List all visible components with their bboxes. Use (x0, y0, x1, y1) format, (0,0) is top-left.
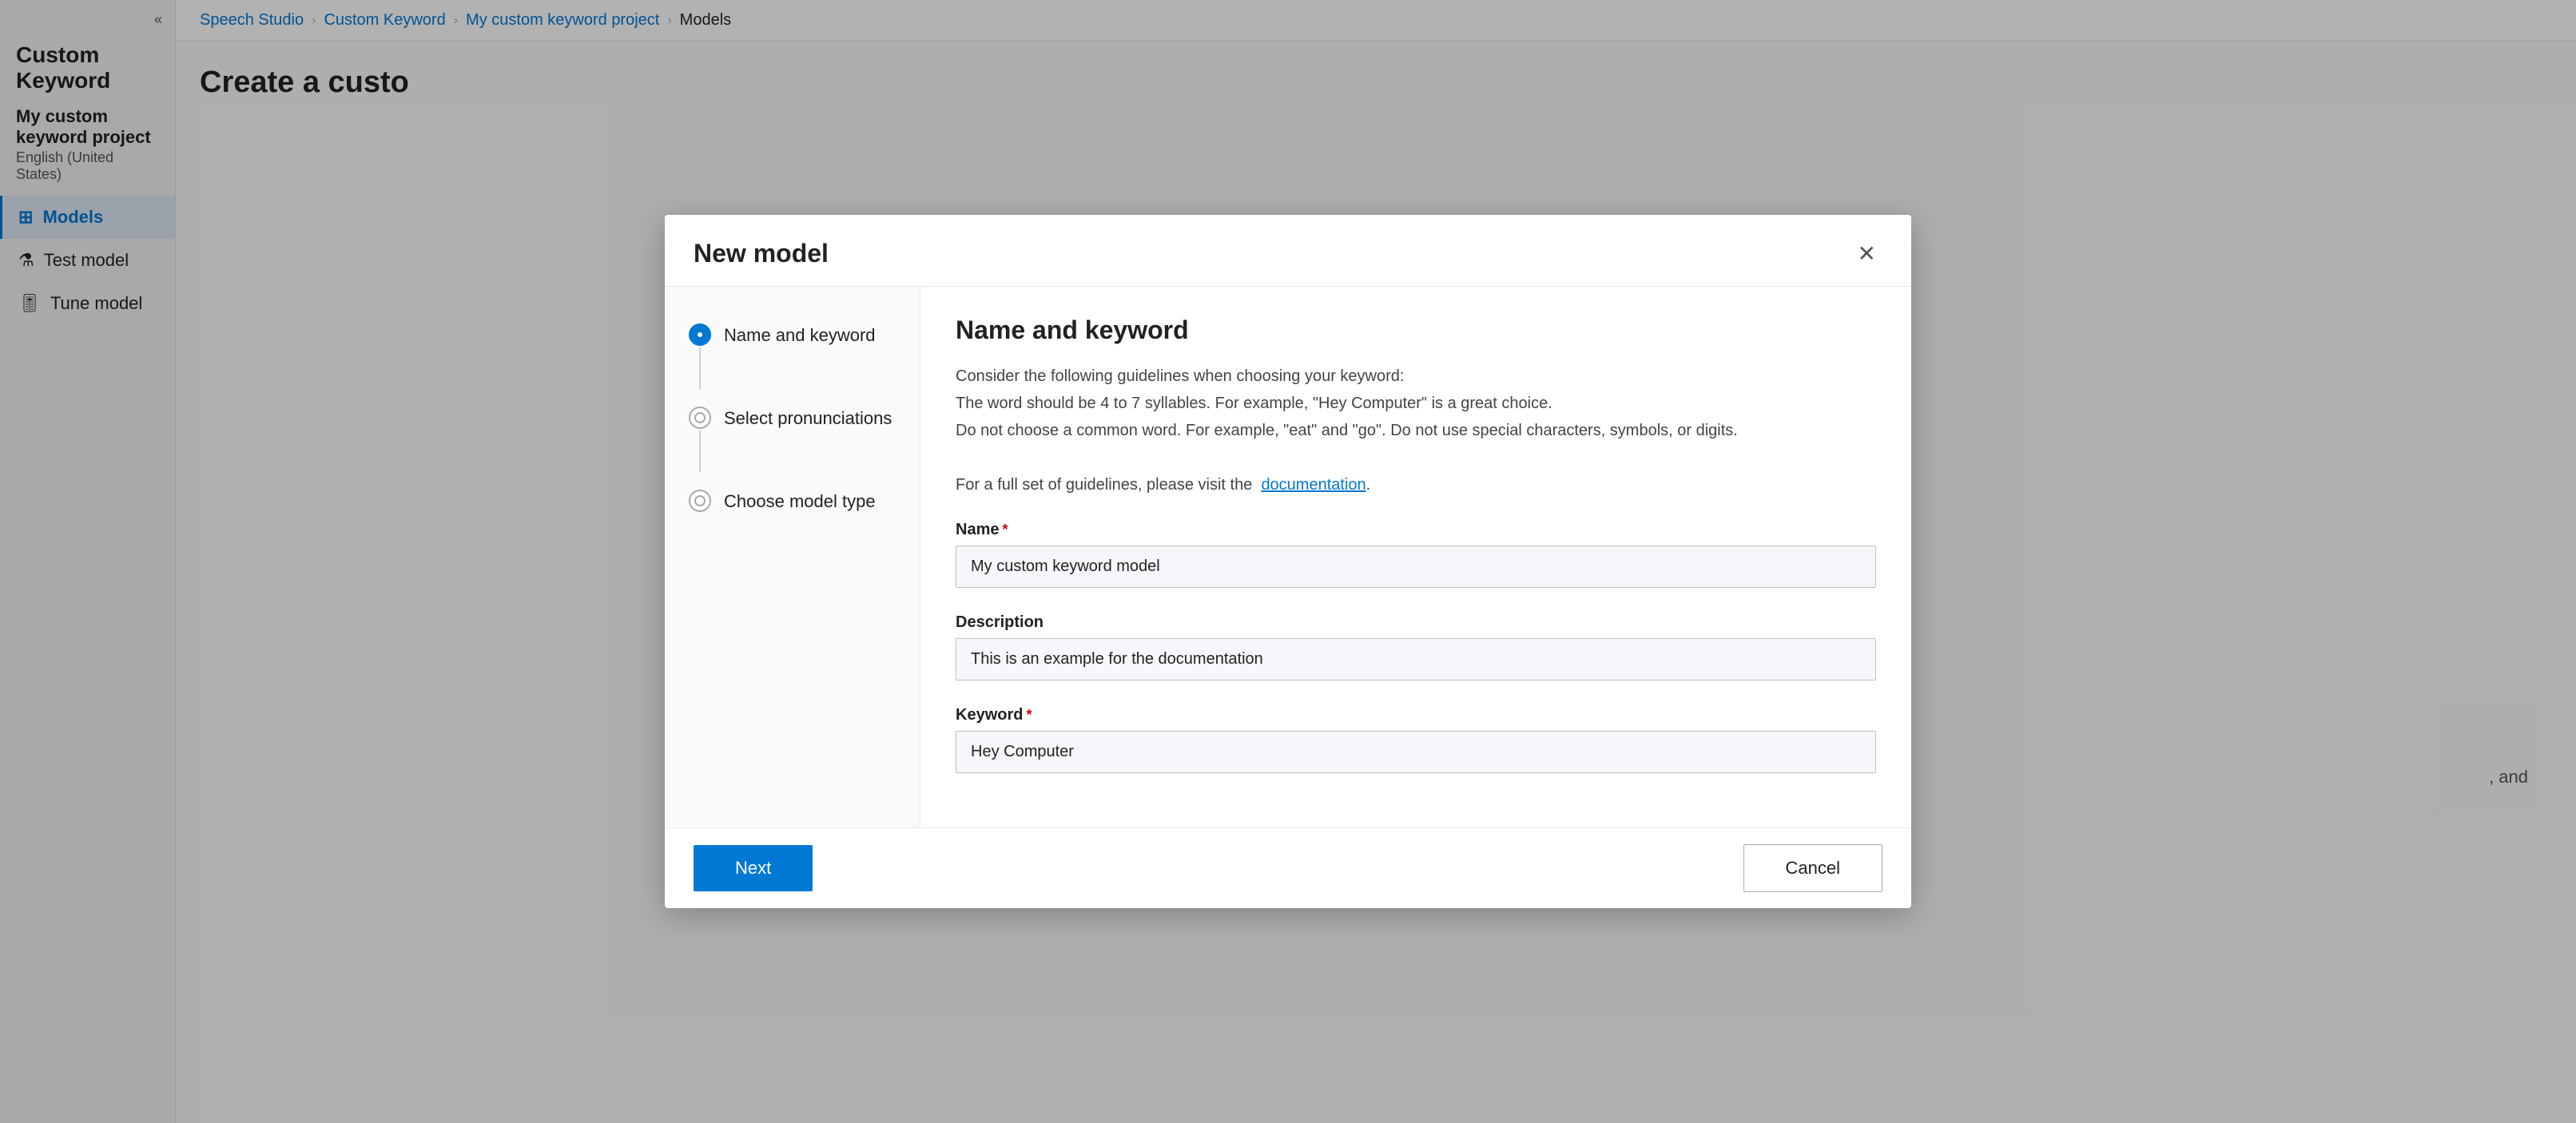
step-1-circle (689, 323, 711, 346)
description-field-group: Description (956, 613, 1876, 700)
step-2-line (699, 431, 701, 472)
step-1-line (699, 347, 701, 389)
cancel-button[interactable]: Cancel (1743, 844, 1882, 892)
keyword-input[interactable] (956, 731, 1876, 773)
documentation-link[interactable]: documentation (1261, 476, 1366, 494)
wizard-step-2: Select pronunciations (689, 399, 896, 482)
name-label: Name * (956, 521, 1876, 539)
wizard-step-3: Choose model type (689, 482, 896, 520)
next-button[interactable]: Next (694, 845, 813, 891)
name-field-group: Name * (956, 521, 1876, 607)
modal-footer: Next Cancel (665, 827, 1911, 908)
content-title: Name and keyword (956, 315, 1876, 345)
step-2-indicator (689, 407, 711, 474)
step-2-circle (689, 407, 711, 429)
modal-overlay: New model ✕ (0, 0, 2576, 1123)
wizard-step-1: Name and keyword (689, 315, 896, 399)
step-3-circle (689, 490, 711, 512)
guidelines-link-prefix: For a full set of guidelines, please vis… (956, 476, 1252, 494)
description-input[interactable] (956, 638, 1876, 681)
modal-body: Name and keyword Select pronunciations (665, 287, 1911, 827)
description-label: Description (956, 613, 1876, 632)
step-3-label[interactable]: Choose model type (724, 490, 876, 512)
wizard-steps: Name and keyword Select pronunciations (665, 287, 920, 827)
step-1-indicator (689, 323, 711, 391)
keyword-label: Keyword * (956, 706, 1876, 724)
modal-header: New model ✕ (665, 215, 1911, 287)
keyword-required-star: * (1026, 707, 1032, 724)
step-1-label[interactable]: Name and keyword (724, 323, 876, 346)
keyword-field-group: Keyword * (956, 706, 1876, 792)
name-required-star: * (1002, 522, 1008, 538)
name-input[interactable] (956, 546, 1876, 588)
modal: New model ✕ (665, 215, 1911, 908)
step-2-label[interactable]: Select pronunciations (724, 407, 892, 429)
wizard-content: Name and keyword Consider the following … (920, 287, 1911, 827)
step-3-indicator (689, 490, 711, 512)
content-guidelines: Consider the following guidelines when c… (956, 363, 1876, 498)
modal-title: New model (694, 239, 829, 268)
modal-close-button[interactable]: ✕ (1851, 237, 1882, 270)
